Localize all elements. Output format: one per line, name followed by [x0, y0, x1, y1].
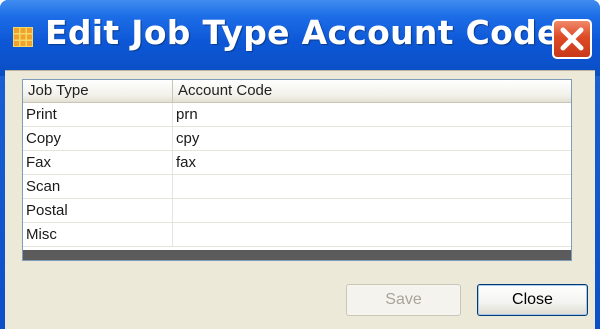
close-window-button[interactable]: [552, 19, 592, 59]
account-codes-grid[interactable]: Job Type Account Code Print prn Copy cpy…: [22, 79, 572, 261]
table-row[interactable]: Scan: [23, 175, 571, 199]
window-title: Edit Job Type Account Codes: [45, 13, 580, 52]
account-code-cell[interactable]: [173, 175, 571, 198]
account-code-cell[interactable]: fax: [173, 151, 571, 174]
close-button[interactable]: Close: [477, 284, 588, 316]
grid-header: Job Type Account Code: [23, 80, 571, 103]
dialog-window: Edit Job Type Account Codes Job Type Acc…: [0, 0, 600, 329]
job-type-cell[interactable]: Scan: [23, 175, 173, 198]
account-code-cell[interactable]: [173, 199, 571, 222]
account-code-cell[interactable]: [173, 223, 571, 246]
table-row[interactable]: Misc: [23, 223, 571, 247]
save-button[interactable]: Save: [346, 284, 461, 316]
job-type-cell[interactable]: Misc: [23, 223, 173, 246]
table-row[interactable]: Fax fax: [23, 151, 571, 175]
job-type-cell[interactable]: Copy: [23, 127, 173, 150]
account-code-cell[interactable]: prn: [173, 103, 571, 126]
close-icon: [560, 27, 584, 51]
table-row[interactable]: Print prn: [23, 103, 571, 127]
job-type-cell[interactable]: Print: [23, 103, 173, 126]
table-row[interactable]: Copy cpy: [23, 127, 571, 151]
job-type-cell[interactable]: Postal: [23, 199, 173, 222]
account-code-cell[interactable]: cpy: [173, 127, 571, 150]
table-row[interactable]: Postal: [23, 199, 571, 223]
title-bar[interactable]: Edit Job Type Account Codes: [0, 0, 600, 76]
column-header-account-code[interactable]: Account Code: [173, 80, 571, 102]
job-type-cell[interactable]: Fax: [23, 151, 173, 174]
dialog-client-area: Job Type Account Code Print prn Copy cpy…: [5, 70, 595, 329]
horizontal-scrollbar[interactable]: [23, 250, 571, 260]
column-header-job-type[interactable]: Job Type: [23, 80, 173, 102]
grid-rows: Print prn Copy cpy Fax fax Scan Postal M…: [23, 103, 571, 247]
grid-app-icon: [13, 27, 33, 47]
